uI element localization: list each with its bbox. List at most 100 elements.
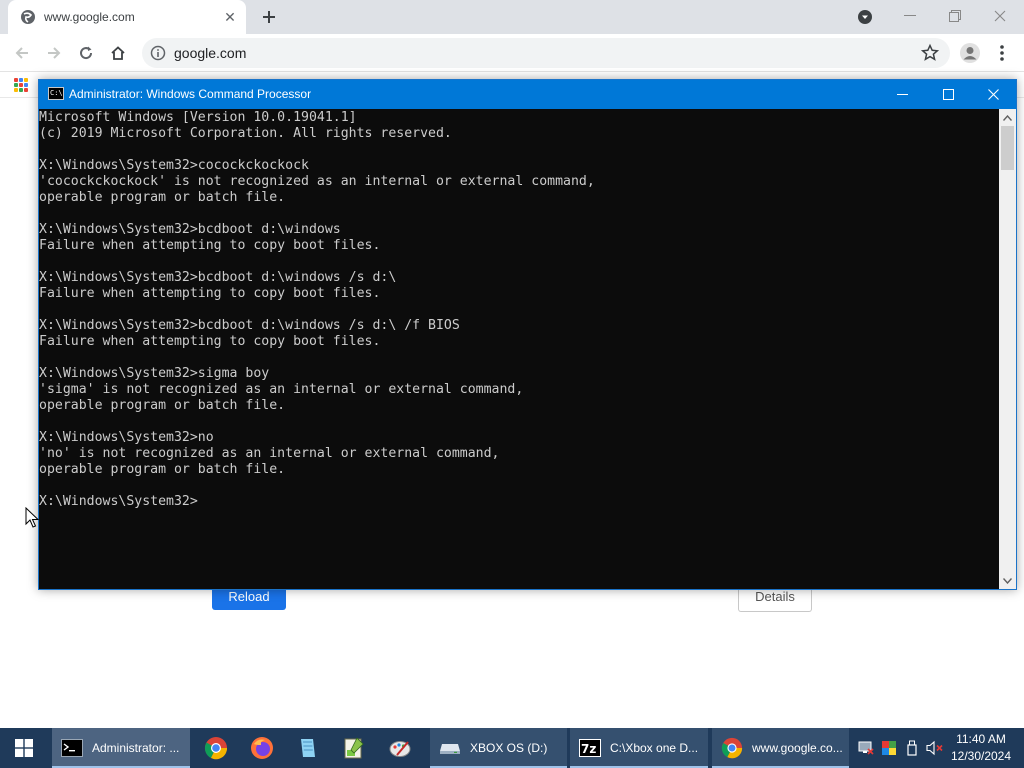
browser-close-button[interactable]	[977, 2, 1023, 30]
console-output[interactable]: Microsoft Windows [Version 10.0.19041.1]…	[39, 109, 999, 589]
console-line: X:\Windows\System32>cocockckockock	[39, 158, 309, 173]
taskbar-item-label: Administrator: ...	[92, 741, 180, 755]
bookmark-star-icon[interactable]	[920, 43, 940, 63]
maximize-icon	[942, 89, 954, 100]
console-line: 'no' is not recognized as an internal or…	[39, 446, 500, 461]
browser-restore-button[interactable]	[932, 2, 978, 30]
chrome-icon	[720, 736, 744, 760]
console-scrollbar[interactable]	[999, 109, 1016, 589]
console-line: 'cocockckockock' is not recognized as an…	[39, 174, 595, 189]
reload-toolbar-button[interactable]	[72, 39, 100, 67]
console-line: X:\Windows\System32>bcdboot d:\windows /…	[39, 270, 397, 285]
tray-display-icon[interactable]	[880, 738, 898, 758]
close-tab-icon[interactable]: ✕	[220, 7, 240, 27]
console-close-button[interactable]	[970, 80, 1016, 109]
more-vertical-icon	[1000, 45, 1004, 61]
start-button[interactable]	[0, 728, 48, 768]
back-button[interactable]	[8, 39, 36, 67]
taskbar-item-label: C:\Xbox one D...	[610, 741, 699, 755]
console-line: Failure when attempting to copy boot fil…	[39, 334, 381, 349]
browser-menu-button[interactable]	[988, 39, 1016, 67]
notepad-icon	[301, 739, 315, 757]
console-line: X:\Windows\System32>bcdboot d:\windows	[39, 222, 341, 237]
drive-icon	[438, 736, 462, 760]
browser-tab[interactable]: www.google.com ✕	[8, 0, 246, 34]
tray-usb-icon[interactable]	[903, 738, 921, 758]
minimize-icon	[904, 15, 916, 16]
console-line: X:\Windows\System32>sigma boy	[39, 366, 270, 381]
tab-search-button[interactable]	[854, 7, 876, 27]
chevron-down-icon	[858, 10, 872, 24]
scroll-up-arrow-icon[interactable]	[999, 109, 1016, 126]
clock-date: 12/30/2024	[950, 749, 1012, 763]
console-minimize-button[interactable]	[879, 80, 925, 109]
taskbar-pinned-chrome[interactable]	[193, 728, 239, 768]
console-line: operable program or batch file.	[39, 398, 286, 413]
taskbar: Administrator: ... XBOX OS (D:) 7z C:\Xb…	[0, 728, 1024, 768]
taskbar-pinned-firefox[interactable]	[239, 728, 285, 768]
home-icon	[111, 46, 125, 60]
console-line: operable program or batch file.	[39, 190, 286, 205]
apps-grid-icon[interactable]	[14, 78, 28, 92]
scroll-down-arrow-icon[interactable]	[999, 572, 1016, 589]
taskbar-item-label: XBOX OS (D:)	[470, 741, 548, 755]
console-window[interactable]: C:\ Administrator: Windows Command Proce…	[38, 79, 1017, 590]
url-text[interactable]: google.com	[174, 45, 246, 61]
taskbar-pinned-notepad[interactable]	[285, 728, 331, 768]
restore-icon	[949, 10, 961, 22]
console-line: Failure when attempting to copy boot fil…	[39, 238, 381, 253]
reload-icon	[80, 46, 93, 60]
taskbar-item-xbox-drive[interactable]: XBOX OS (D:)	[430, 728, 567, 768]
console-titlebar[interactable]: C:\ Administrator: Windows Command Proce…	[39, 80, 1016, 109]
home-button[interactable]	[104, 39, 132, 67]
console-line: 'sigma' is not recognized as an internal…	[39, 382, 524, 397]
firefox-icon	[251, 737, 273, 759]
minimize-icon	[896, 94, 908, 95]
taskbar-item-chrome[interactable]: www.google.co...	[712, 728, 849, 768]
console-line: Microsoft Windows [Version 10.0.19041.1]	[39, 110, 357, 125]
profile-avatar-icon	[960, 43, 980, 63]
taskbar-item-cmd[interactable]: Administrator: ...	[52, 728, 190, 768]
cmd-icon: C:\	[48, 87, 64, 100]
new-tab-button[interactable]	[256, 5, 282, 29]
taskbar-pinned-notepadpp[interactable]	[331, 728, 377, 768]
cmd-icon	[60, 736, 84, 760]
forward-button[interactable]	[40, 39, 68, 67]
close-icon	[987, 89, 999, 100]
arrow-right-icon	[48, 47, 61, 59]
arrow-left-icon	[15, 47, 28, 59]
scrollbar-thumb[interactable]	[1001, 126, 1014, 170]
notepadpp-icon	[344, 737, 364, 759]
console-title: Administrator: Windows Command Processor	[69, 87, 312, 101]
address-bar[interactable]: google.com	[142, 38, 950, 68]
console-line: operable program or batch file.	[39, 462, 286, 477]
taskbar-clock[interactable]: 11:40 AM 12/30/2024	[948, 731, 1014, 765]
profile-button[interactable]	[956, 39, 984, 67]
globe-icon	[20, 9, 36, 25]
taskbar-pinned-paint[interactable]	[377, 728, 423, 768]
chrome-icon	[204, 737, 228, 760]
taskbar-item-7zip[interactable]: 7z C:\Xbox one D...	[570, 728, 708, 768]
7zip-icon: 7z	[578, 736, 602, 760]
svg-text:7z: 7z	[581, 742, 596, 756]
tab-title: www.google.com	[44, 10, 135, 24]
tray-network-icon[interactable]	[857, 738, 875, 758]
paint-icon	[389, 741, 411, 757]
browser-toolbar: google.com	[0, 34, 1024, 72]
info-icon[interactable]	[150, 45, 166, 61]
console-line: (c) 2019 Microsoft Corporation. All righ…	[39, 126, 452, 141]
plus-icon	[263, 11, 275, 23]
browser-minimize-button[interactable]	[887, 2, 933, 30]
console-maximize-button[interactable]	[925, 80, 971, 109]
tray-volume-muted-icon[interactable]	[926, 738, 944, 758]
console-line: Failure when attempting to copy boot fil…	[39, 286, 381, 301]
browser-tabstrip: www.google.com ✕	[0, 0, 1024, 34]
console-line: X:\Windows\System32>bcdboot d:\windows /…	[39, 318, 460, 333]
